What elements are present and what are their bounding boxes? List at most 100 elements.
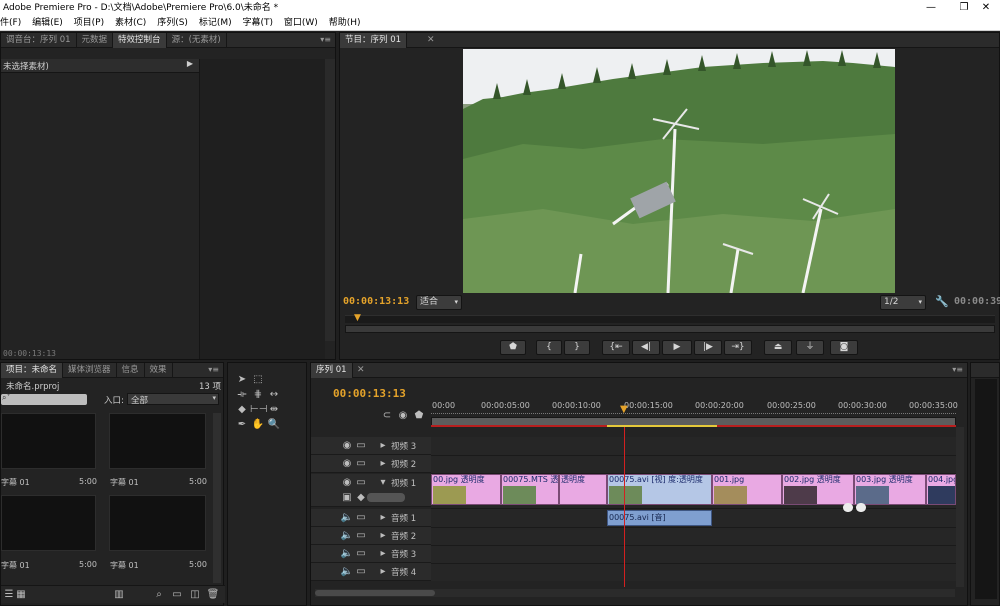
collapse-arrow-icon[interactable]: ▾: [375, 476, 391, 490]
menu-marker[interactable]: 标记(M): [199, 16, 232, 31]
video-clip[interactable]: 004.jpg: [926, 474, 956, 505]
track-select-icon[interactable]: ⬚: [250, 373, 266, 387]
menu-clip[interactable]: 素材(C): [115, 16, 146, 31]
new-bin-icon[interactable]: ▭: [169, 588, 185, 602]
goto-in-button[interactable]: {⇤: [602, 340, 630, 355]
menu-file[interactable]: 件(F): [0, 16, 21, 31]
goto-out-button[interactable]: ⇥}: [724, 340, 752, 355]
razor-icon[interactable]: ◆: [234, 403, 250, 417]
video-clip[interactable]: 00075.MTS 透明度: [501, 474, 559, 505]
menu-help[interactable]: 帮助(H): [329, 16, 361, 31]
close-tab-icon[interactable]: ✕: [427, 33, 435, 47]
program-zoom-bar[interactable]: [345, 325, 995, 333]
expand-arrow-icon[interactable]: ▸: [375, 457, 391, 471]
ripple-edit-icon[interactable]: ⟛: [234, 388, 250, 402]
quality-select[interactable]: 1/2 ▾: [880, 295, 926, 310]
rolling-edit-icon[interactable]: ⋕: [250, 388, 266, 402]
video-clip[interactable]: 透明度: [559, 474, 607, 505]
expand-arrow-icon[interactable]: ▸: [375, 547, 391, 561]
menu-project[interactable]: 项目(P): [74, 16, 104, 31]
project-item-thumbnail[interactable]: [109, 495, 206, 551]
pen-icon[interactable]: ✒: [234, 418, 250, 432]
marker-target-icon[interactable]: ◉: [395, 409, 411, 423]
tab-program[interactable]: 节目：序列 01: [340, 33, 408, 48]
wrench-icon[interactable]: 🔧: [935, 295, 949, 308]
snap-icon[interactable]: ⊂: [379, 409, 395, 423]
audio-clip[interactable]: 00075.avi [音]: [607, 510, 712, 526]
menu-window[interactable]: 窗口(W): [284, 16, 318, 31]
automate-icon[interactable]: ▥: [111, 588, 127, 602]
tab-metadata[interactable]: 元数据: [77, 33, 114, 48]
hand-icon[interactable]: ✋: [250, 418, 266, 432]
rate-stretch-icon[interactable]: ↔: [266, 388, 282, 402]
expand-arrow-icon[interactable]: ▸: [375, 439, 391, 453]
close-icon[interactable]: ✕: [972, 0, 1000, 16]
lock-icon[interactable]: ▭: [353, 457, 369, 471]
slip-icon[interactable]: ⊢⊣: [250, 403, 267, 417]
project-search-input[interactable]: ⌕˅: [1, 393, 87, 405]
expand-arrow-icon[interactable]: ▶: [187, 59, 193, 68]
project-scrollbar[interactable]: [213, 413, 221, 583]
find-icon[interactable]: ⌕: [151, 588, 167, 602]
keyframe-navigator[interactable]: [367, 493, 405, 502]
panel-menu-icon[interactable]: ▾≡: [320, 33, 331, 47]
menu-sequence[interactable]: 序列(S): [157, 16, 188, 31]
play-button[interactable]: ▶: [662, 340, 692, 355]
project-item-thumbnail[interactable]: [1, 495, 96, 551]
lock-icon[interactable]: ▭: [353, 511, 369, 525]
fit-select[interactable]: 适合 ▾: [416, 295, 462, 310]
expand-arrow-icon[interactable]: ▸: [375, 529, 391, 543]
tab-project[interactable]: 项目：未命名: [1, 363, 64, 378]
video-clip[interactable]: 003.jpg 透明度: [854, 474, 926, 505]
mark-out-button[interactable]: }: [564, 340, 590, 355]
video-clip[interactable]: 00.jpg 透明度: [431, 474, 501, 505]
expand-arrow-icon[interactable]: ▸: [375, 565, 391, 579]
marker-button[interactable]: ⬟: [500, 340, 526, 355]
trash-icon[interactable]: 🗑: [205, 588, 221, 602]
lock-icon[interactable]: ▭: [353, 439, 369, 453]
close-tab-icon[interactable]: ✕: [357, 363, 365, 377]
export-frame-button[interactable]: ◙: [830, 340, 858, 355]
step-forward-button[interactable]: |▶: [694, 340, 722, 355]
extract-button[interactable]: ⏚: [796, 340, 824, 355]
menu-title[interactable]: 字幕(T): [242, 16, 273, 31]
tab-source[interactable]: 源：(无素材): [167, 33, 227, 48]
tab-sequence[interactable]: 序列 01: [311, 363, 353, 378]
effect-controls-scrollbar[interactable]: [325, 59, 335, 341]
menu-edit[interactable]: 编辑(E): [32, 16, 63, 31]
lift-button[interactable]: ⏏: [764, 340, 792, 355]
expand-arrow-icon[interactable]: ▸: [375, 511, 391, 525]
icon-view-icon[interactable]: ▦: [13, 588, 29, 602]
video-clip[interactable]: 001.jpg: [712, 474, 782, 505]
lock-icon[interactable]: ▭: [353, 476, 369, 490]
in-select[interactable]: 全部 ▾: [127, 393, 219, 406]
panel-menu-icon[interactable]: ▾≡: [952, 363, 963, 377]
timeline-horizontal-scrollbar[interactable]: [315, 589, 955, 597]
selection-icon[interactable]: ➤: [234, 373, 250, 387]
step-back-button[interactable]: ◀|: [632, 340, 660, 355]
mark-in-button[interactable]: {: [536, 340, 562, 355]
slide-icon[interactable]: ⇹: [266, 403, 282, 417]
video-clip[interactable]: 002.jpg 透明度: [782, 474, 854, 505]
tab-info[interactable]: 信息: [117, 363, 145, 378]
video-clip-selected[interactable]: 00075.avi [视] 度:透明度: [607, 474, 712, 505]
tab-audio-mixer[interactable]: 调音台：序列 01: [1, 33, 77, 48]
panel-menu-icon[interactable]: ▾≡: [208, 363, 219, 377]
lock-icon[interactable]: ▭: [353, 547, 369, 561]
program-scrub-ruler[interactable]: [345, 315, 995, 323]
project-item-thumbnail[interactable]: [1, 413, 96, 469]
scroll-thumb[interactable]: [315, 590, 435, 596]
new-item-icon[interactable]: ◫: [187, 588, 203, 602]
add-marker-icon[interactable]: ⬟: [411, 409, 427, 423]
program-playhead-icon[interactable]: ▼: [354, 313, 361, 323]
timeline-playhead-icon[interactable]: ▼: [620, 404, 628, 415]
timeline-vertical-scrollbar[interactable]: [956, 427, 964, 587]
tab-media-browser[interactable]: 媒体浏览器: [63, 363, 117, 378]
project-item-thumbnail[interactable]: [109, 413, 206, 469]
tab-effects[interactable]: 效果: [145, 363, 173, 378]
minimize-icon[interactable]: —: [917, 0, 945, 16]
lock-icon[interactable]: ▭: [353, 565, 369, 579]
lock-icon[interactable]: ▭: [353, 529, 369, 543]
zoom-icon[interactable]: 🔍: [266, 418, 282, 432]
tab-effect-controls[interactable]: 特效控制台: [113, 33, 167, 48]
